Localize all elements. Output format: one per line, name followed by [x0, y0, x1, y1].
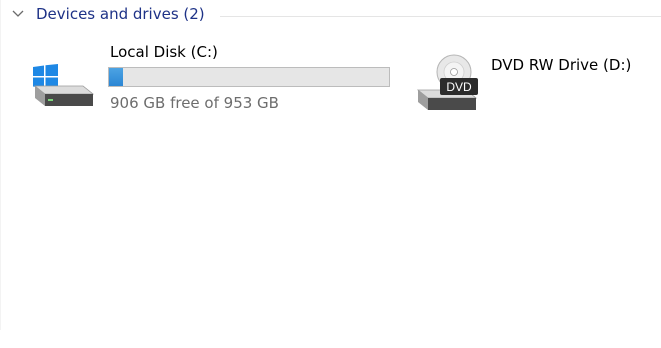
storage-usage-bar [108, 67, 390, 87]
devices-and-drives-group-header[interactable]: Devices and drives (2) [0, 0, 661, 32]
drive-tile-local-disk-c[interactable]: Local Disk (C:) 906 GB free of 953 GB [27, 38, 397, 118]
windows-hard-drive-icon [33, 64, 95, 106]
dvd-drive-icon: DVD [416, 54, 478, 110]
group-divider [220, 16, 661, 17]
chevron-down-icon[interactable] [11, 7, 25, 21]
dvd-label: DVD [446, 80, 472, 94]
drive-name: Local Disk (C:) [110, 43, 218, 61]
storage-usage-fill [109, 68, 123, 86]
drive-tile-dvd-d[interactable]: DVD DVD RW Drive (D:) [410, 38, 650, 118]
pane-border [0, 0, 1, 330]
storage-free-text: 906 GB free of 953 GB [110, 94, 279, 112]
drive-name: DVD RW Drive (D:) [491, 56, 632, 74]
group-title: Devices and drives (2) [36, 5, 205, 23]
